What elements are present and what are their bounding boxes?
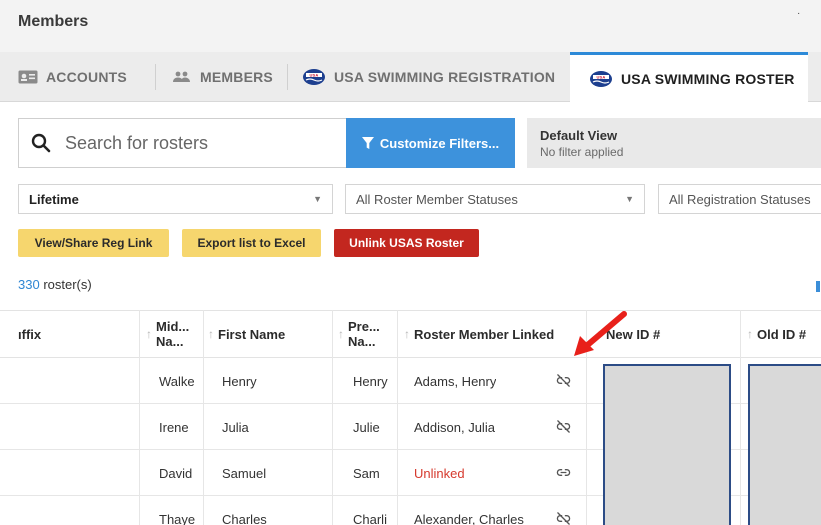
linked-member-cell: Unlinked [414,465,465,481]
id-card-icon [18,69,38,85]
preferred-name-cell: Julie [353,419,380,435]
view-title: Default View [540,128,618,143]
linked-member-cell: Alexander, Charles [414,511,524,525]
link-icon[interactable] [556,465,571,480]
unlink-icon[interactable] [556,419,571,434]
tab-members-label: MEMBERS [200,69,273,85]
page-title: Members [18,13,89,30]
tab-usa-swimming-roster-label: USA SWIMMING ROSTER [621,71,795,87]
sort-arrow-icon: ↑ [208,327,214,341]
middle-name-cell: Irene [159,419,189,435]
redacted-old-id-box [748,364,821,525]
search-icon [31,133,51,153]
usa-swimming-logo-icon: USA [589,70,613,88]
tab-divider [155,64,156,90]
people-icon [172,70,192,84]
header-preferred-line2: Na... [348,334,376,349]
middle-name-cell: Thaye [159,511,196,525]
header-first-label: First Name [218,326,286,342]
sort-arrow-icon: ↑ [747,327,753,341]
preferred-name-cell: Charli [353,511,387,525]
svg-text:USA: USA [309,72,318,77]
tab-accounts-label: ACCOUNTS [46,69,127,85]
header-preferred-name[interactable]: ↑ Pre... Na... [338,311,380,357]
tab-usa-swimming-registration[interactable]: USA USA SWIMMING REGISTRATION [302,52,555,102]
header-roster-member-linked[interactable]: ↑ Roster Member Linked [404,311,554,357]
search-bar [18,118,346,168]
customize-filters-button[interactable]: Customize Filters... [346,118,515,168]
header-middle-line1: Mid... [156,319,190,334]
view-share-reg-link-button[interactable]: View/Share Reg Link [18,229,169,257]
table-header: ıffix ↑ Mid... Na... ↑ First Name ↑ Pre... Na… [0,310,821,358]
first-name-cell: Charles [222,511,267,525]
header-dot: · [797,8,801,19]
tab-accounts[interactable]: ACCOUNTS [18,52,127,102]
header-preferred-line1: Pre... [348,319,380,334]
tab-usa-swimming-roster[interactable]: USA USA SWIMMING ROSTER [570,52,808,103]
tab-usa-swimming-registration-label: USA SWIMMING REGISTRATION [334,69,556,85]
middle-name-cell: Walke [159,373,195,389]
roster-count: 330 roster(s) [18,277,92,292]
header-middle-line2: Na... [156,334,184,349]
roster-count-number: 330 [18,277,40,292]
view-subtitle: No filter applied [540,145,624,159]
header-first-name[interactable]: ↑ First Name [208,311,285,357]
period-select-value: Lifetime [29,191,79,207]
header-old-id[interactable]: ↑ Old ID # [747,311,806,357]
sort-arrow-icon: ↑ [338,327,344,341]
header-suffix-label: ıffix [18,326,42,342]
linked-member-cell: Adams, Henry [414,373,497,389]
period-select[interactable]: Lifetime ▼ [18,184,333,214]
roster-status-select-value: All Roster Member Statuses [356,191,518,207]
first-name-cell: Julia [222,419,249,435]
chevron-down-icon: ▼ [625,194,634,204]
annotation-arrow-icon [574,311,627,356]
linked-member-cell: Addison, Julia [414,419,495,435]
chevron-down-icon: ▼ [313,194,322,204]
redacted-new-id-box [603,364,731,525]
svg-text:USA: USA [596,74,605,79]
roster-count-label: roster(s) [39,277,92,292]
export-excel-button[interactable]: Export list to Excel [182,229,321,257]
tab-divider [287,64,288,90]
filter-icon [361,136,374,150]
roster-status-select[interactable]: All Roster Member Statuses ▼ [345,184,645,214]
page-header: Members · [0,0,821,52]
unlink-icon[interactable] [556,511,571,525]
preferred-name-cell: Sam [353,465,380,481]
header-suffix[interactable]: ıffix [18,311,41,357]
sort-arrow-icon: ↑ [404,327,410,341]
header-linked-label: Roster Member Linked [414,326,555,342]
usa-swimming-logo-icon: USA [302,68,326,86]
sort-arrow-icon: ↑ [146,327,152,341]
header-middle-name[interactable]: ↑ Mid... Na... [146,311,189,357]
tab-bar: ACCOUNTS MEMBERS USA USA SWIMMING REGIST… [0,52,821,103]
registration-status-select-value: All Registration Statuses [669,191,811,207]
unlink-icon[interactable] [556,373,571,388]
tab-members[interactable]: MEMBERS [172,52,273,102]
middle-name-cell: David [159,465,193,481]
scroll-indicator [816,281,820,292]
first-name-cell: Henry [222,373,257,389]
registration-status-select[interactable]: All Registration Statuses [658,184,821,214]
header-old-id-label: Old ID # [757,326,807,342]
customize-filters-label: Customize Filters... [379,135,500,151]
saved-view-panel[interactable]: Default View No filter applied [527,118,821,168]
preferred-name-cell: Henry [353,373,388,389]
unlink-usas-roster-button[interactable]: Unlink USAS Roster [334,229,479,257]
search-input[interactable] [65,132,325,154]
first-name-cell: Samuel [222,465,267,481]
